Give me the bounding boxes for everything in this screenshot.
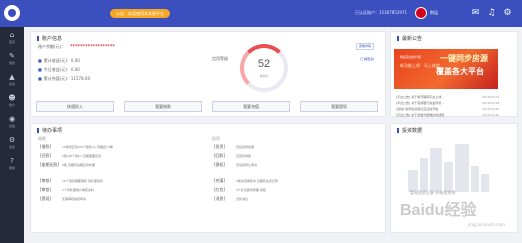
credit-score: 52 xyxy=(257,58,271,70)
promo-banner[interactable]: 财运宝全新升级 新功能上线 · 马上体验 一键同步房源 覆盖各大平台 xyxy=(394,49,498,89)
recharge-button[interactable]: 我要充值 xyxy=(212,101,290,112)
sidebar-item-funds[interactable]: ◉ 资金 xyxy=(0,114,24,134)
sidebar-item-label: 资金 xyxy=(8,124,15,128)
todo-card: 待办事项 xyxy=(30,123,386,233)
todo-text[interactable]: 2个待处理用户审核资料 xyxy=(62,188,94,192)
bell-icon[interactable]: ♫ xyxy=(486,8,497,19)
sidebar-item-label: 帮助 xyxy=(8,166,15,170)
account-line: ■ 累计充值(元)：11578.00 xyxy=(38,76,90,81)
avatar[interactable] xyxy=(415,7,427,19)
baidu-watermark: Baidu经验 xyxy=(400,202,477,219)
todo-col-left: 借款 xyxy=(38,136,46,141)
sidebar: ⌂ 首页 ✎ 借款 ▲ 投资 ☻ 账户 ◉ 资金 ⚙ 设置 ? 帮助 xyxy=(0,27,24,243)
stats-title: 投资数据 xyxy=(397,127,422,134)
todo-text[interactable]: 无债权转让申请 xyxy=(236,163,257,167)
news-date: 2016/02/12 xyxy=(482,95,500,99)
quick-invest-button[interactable]: 快速投入 xyxy=(36,101,114,112)
baidu-watermark-url: jingyan.baidu.com xyxy=(468,222,505,227)
home-icon: ⌂ xyxy=(9,31,15,39)
settings-icon: ⚙ xyxy=(8,136,16,144)
empty-state-illustration xyxy=(404,140,490,192)
withdraw-button[interactable]: 我要提现 xyxy=(300,101,378,112)
user-label[interactable]: 财运 xyxy=(430,10,438,16)
todo-tag: [逾期还款] xyxy=(40,162,60,167)
news-title: 最新公告 xyxy=(397,35,422,42)
sidebar-item-label: 借款 xyxy=(8,61,15,65)
logo-icon[interactable] xyxy=(4,5,20,21)
news-date: 2016/01/08 xyxy=(482,101,500,105)
top-header: 公告：欢迎使用本系统平台 已认证账户：15367852971 财运 ✉ ♫ ⚙ xyxy=(0,0,522,27)
account-icon: ☻ xyxy=(8,94,16,102)
invest-icon: ▲ xyxy=(9,73,15,81)
sidebar-item-label: 设置 xyxy=(8,145,15,149)
learn-more-link[interactable]: [了解更多] xyxy=(360,57,374,61)
todo-text[interactable]: 10个借款需要审核 待处理借款 xyxy=(62,179,103,183)
borrow-button[interactable]: 我要借款 xyxy=(124,101,202,112)
notice-banner[interactable]: 公告：欢迎使用本系统平台 xyxy=(110,9,170,18)
credit-score-label: 信用分 xyxy=(259,74,269,78)
todo-tag: [审核] xyxy=(40,178,52,183)
banner-sub-text: 新功能上线 · 马上体验 xyxy=(400,63,440,68)
sidebar-item-settings[interactable]: ⚙ 设置 xyxy=(0,135,24,155)
account-line: ■ 累计收益(元)：0.00 xyxy=(38,58,80,63)
balance-label: 账户余额(元)： xyxy=(38,44,66,49)
banner-headline: 一键同步房源 xyxy=(440,54,488,63)
sidebar-item-label: 投资 xyxy=(8,82,15,86)
loan-icon: ✎ xyxy=(9,52,15,60)
news-item[interactable]: [平台公告] 关于完成银行资金存管... xyxy=(396,101,444,105)
news-date: 2015/12/20 xyxy=(482,113,500,117)
settings-icon[interactable]: ⚙ xyxy=(502,8,513,19)
todo-tag: [充值] xyxy=(214,178,226,183)
funds-icon: ◉ xyxy=(8,115,16,123)
todo-tag: [回款] xyxy=(214,153,226,158)
chat-icon[interactable]: ✉ xyxy=(470,8,481,19)
todo-text[interactable]: 15笔待还款(23个借款人) 待偿还17期 xyxy=(62,145,113,149)
news-item[interactable]: [平台公告] 关于系统升级维护的通知 xyxy=(396,113,444,117)
todo-col-right: 投资 xyxy=(212,136,220,141)
banner-headline-2: 覆盖各大平台 xyxy=(436,67,484,76)
sidebar-item-label: 账户 xyxy=(8,103,15,107)
news-item[interactable]: [活动] 新年投资送红包活动开启 xyxy=(396,107,438,111)
sidebar-item-invest[interactable]: ▲ 投资 xyxy=(0,72,24,92)
user-info: 已认证账户：15367852971 xyxy=(355,10,407,15)
sidebar-item-account[interactable]: ☻ 账户 xyxy=(0,93,24,113)
account-title: 账户信息 xyxy=(37,35,62,42)
banner-small-text: 财运宝全新升级 xyxy=(400,55,422,59)
sidebar-item-loan[interactable]: ✎ 借款 xyxy=(0,51,24,71)
todo-text[interactable]: 无需审核提现申请 xyxy=(62,197,86,201)
news-item[interactable]: [平台公告] 关于春节期间平台上线... xyxy=(396,95,444,99)
manage-button[interactable]: 查看详情 xyxy=(356,43,375,50)
todo-text[interactable]: 0笔 近期有逾期还款处理 xyxy=(62,163,95,167)
sidebar-item-label: 首页 xyxy=(8,40,15,44)
todo-tag: [提现] xyxy=(40,196,52,201)
todo-text[interactable]: 2笔(46个用户) 近期需要还款 xyxy=(62,154,101,158)
todo-text[interactable]: 0个红包即将到期 领取 xyxy=(236,188,266,192)
todo-tag: [红包] xyxy=(214,187,226,192)
todo-tag: [债权] xyxy=(214,162,226,167)
todo-tag: [借款] xyxy=(40,144,52,149)
todo-tag: [审核] xyxy=(40,187,52,192)
todo-tag: [消息] xyxy=(214,196,226,201)
todo-text[interactable]: 无投资待处理 xyxy=(236,145,254,149)
todo-text[interactable]: 无回款到账 xyxy=(236,154,251,158)
todo-text[interactable]: 无新消息 xyxy=(236,197,248,201)
account-line: ■ 今日收益(元)：0.00 xyxy=(38,67,80,72)
help-icon: ? xyxy=(10,157,14,165)
sidebar-item-home[interactable]: ⌂ 首页 xyxy=(0,30,24,50)
news-date: 2015/12/30 xyxy=(482,107,500,111)
todo-title: 待办事项 xyxy=(37,127,62,134)
sidebar-item-help[interactable]: ? 帮助 xyxy=(0,156,24,176)
credit-level-label: 信用等级 xyxy=(212,56,228,61)
todo-tag: [还款] xyxy=(40,153,52,158)
todo-tag: [投资] xyxy=(214,144,226,149)
todo-text[interactable]: 0笔充值审核中 近期有充值记录 xyxy=(236,179,278,183)
masked-balance: ****************** xyxy=(70,44,115,50)
